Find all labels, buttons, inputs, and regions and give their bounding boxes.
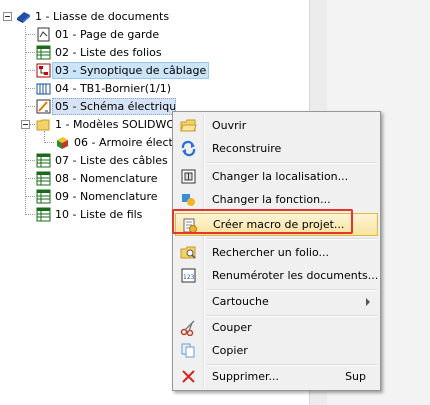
folder-icon xyxy=(36,119,50,131)
list-table-icon xyxy=(36,153,51,168)
tree-item-label: 05 - Schéma électrique xyxy=(52,98,176,115)
menu-item-change-function[interactable]: Changer la fonction... xyxy=(175,188,378,211)
tree-item-01[interactable]: 01 - Page de garde xyxy=(0,26,200,43)
menu-item-label: Changer la localisation... xyxy=(212,170,349,183)
menu-item-label: Reconstruire xyxy=(212,142,282,155)
tree-item-02[interactable]: 02 - Liste des folios xyxy=(0,44,200,61)
tree-item-label: 07 - Liste des câbles xyxy=(55,154,168,167)
tree-item-label: 02 - Liste des folios xyxy=(55,46,162,59)
tree-root-row[interactable]: 1 - Liasse de documents xyxy=(0,8,309,25)
menu-item-label: Cartouche xyxy=(212,295,269,308)
menu-item-label: Supprimer... xyxy=(212,370,279,383)
binder-icon xyxy=(17,12,30,23)
menu-item-label: Rechercher un folio... xyxy=(212,246,329,259)
wiring-synoptic-icon xyxy=(36,63,51,78)
list-table-icon xyxy=(36,45,51,60)
copy-icon xyxy=(181,343,195,358)
menu-item-open[interactable]: Ouvrir xyxy=(175,114,378,137)
list-table-icon xyxy=(36,189,51,204)
menu-item-cartouche[interactable]: Cartouche xyxy=(175,290,378,313)
tree-item-10[interactable]: 10 - Liste de fils xyxy=(0,206,200,223)
tree-item-label: 06 - Armoire électrique xyxy=(74,136,174,149)
menu-item-rebuild[interactable]: Reconstruire xyxy=(175,137,378,160)
tree-item-label: 09 - Nomenclature xyxy=(55,190,158,203)
terminal-strip-icon xyxy=(36,83,51,95)
tree-item-label: 01 - Page de garde xyxy=(55,28,160,41)
cabinet-3d-icon xyxy=(57,137,68,149)
menu-item-search-folio[interactable]: Rechercher un folio... xyxy=(175,241,378,264)
tree-item-label: 08 - Nomenclature xyxy=(55,172,158,185)
menu-item-label: Changer la fonction... xyxy=(212,193,331,206)
delete-icon xyxy=(182,370,195,383)
menu-item-label: Copier xyxy=(212,344,248,357)
menu-item-copy[interactable]: Copier xyxy=(175,339,378,362)
location-icon xyxy=(181,169,196,184)
menu-item-label: Couper xyxy=(212,321,252,334)
menu-item-change-location[interactable]: Changer la localisation... xyxy=(175,165,378,188)
tree-item-label: 03 - Synoptique de câblage xyxy=(52,62,210,79)
list-table-icon xyxy=(36,207,51,222)
highlight-callout-box xyxy=(172,209,353,234)
function-icon xyxy=(182,194,195,206)
list-table-icon xyxy=(36,171,51,186)
renumber-icon: 123 xyxy=(181,268,196,283)
document-page-icon xyxy=(37,27,50,42)
menu-item-shortcut: Sup xyxy=(345,370,366,383)
tree-item-label: 04 - TB1-Bornier(1/1) xyxy=(55,82,172,95)
submenu-arrow-icon xyxy=(366,298,370,306)
svg-text:123: 123 xyxy=(183,274,195,281)
electric-schema-icon xyxy=(36,99,51,114)
collapse-toggle[interactable] xyxy=(21,120,30,129)
rebuild-icon xyxy=(181,140,196,157)
tree-item-06[interactable]: 06 - Armoire électrique xyxy=(0,134,200,151)
menu-item-delete[interactable]: Supprimer... Sup xyxy=(175,365,378,388)
context-menu: Ouvrir Reconstruire Changer la localisat… xyxy=(172,111,381,391)
tree-item-09[interactable]: 09 - Nomenclature xyxy=(0,188,200,205)
open-folder-icon xyxy=(180,119,197,132)
menu-item-cut[interactable]: Couper xyxy=(175,316,378,339)
tree-item-label: 1 - Modèles SOLIDWORKS xyxy=(55,118,173,131)
tree-item-label: 10 - Liste de fils xyxy=(55,208,143,221)
menu-separator xyxy=(207,238,377,240)
tree-item-04[interactable]: 04 - TB1-Bornier(1/1) xyxy=(0,80,200,97)
scissors-icon xyxy=(180,320,195,336)
tree-item-folder[interactable]: 1 - Modèles SOLIDWORKS xyxy=(0,116,200,133)
menu-item-label: Ouvrir xyxy=(212,119,247,132)
search-folio-icon xyxy=(180,246,196,259)
tree-root-label: 1 - Liasse de documents xyxy=(35,10,170,23)
tree-item-08[interactable]: 08 - Nomenclature xyxy=(0,170,200,187)
tree-item-05[interactable]: 05 - Schéma électrique xyxy=(0,98,200,115)
tree-item-07[interactable]: 07 - Liste des câbles xyxy=(0,152,200,169)
menu-item-label: Renuméroter les documents... xyxy=(212,269,379,282)
collapse-toggle[interactable] xyxy=(3,12,12,21)
tree-item-03[interactable]: 03 - Synoptique de câblage xyxy=(0,62,230,79)
menu-separator xyxy=(207,162,377,164)
menu-item-renumber[interactable]: 123 Renuméroter les documents... xyxy=(175,264,378,287)
